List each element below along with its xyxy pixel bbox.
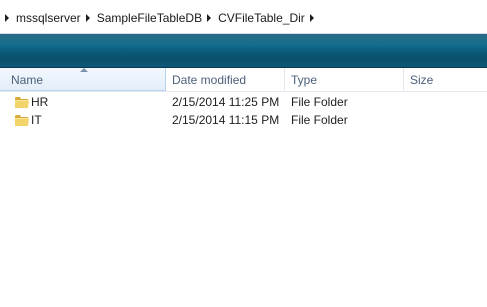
file-type: File Folder — [291, 113, 348, 127]
breadcrumb-arrow-icon[interactable] — [5, 14, 9, 22]
folder-icon — [14, 94, 30, 110]
column-header-name[interactable]: Name — [0, 68, 166, 91]
column-header-type[interactable]: Type — [285, 68, 404, 91]
file-name: IT — [31, 113, 42, 127]
file-type: File Folder — [291, 95, 348, 109]
file-name: HR — [31, 95, 49, 109]
column-header-size[interactable]: Size — [404, 68, 487, 91]
command-toolbar — [0, 34, 487, 68]
breadcrumb-arrow-icon[interactable] — [309, 14, 314, 22]
file-row-it[interactable]: IT 2/15/2014 11:15 PM File Folder — [0, 111, 487, 129]
folder-icon — [14, 112, 30, 128]
breadcrumb-arrow-icon[interactable] — [85, 14, 90, 22]
column-header-date-modified[interactable]: Date modified — [166, 68, 285, 91]
column-header-name-label: Name — [11, 73, 44, 87]
file-row-hr[interactable]: HR 2/15/2014 11:25 PM File Folder — [0, 93, 487, 111]
breadcrumb: mssqlserver SampleFileTableDB CVFileTabl… — [0, 9, 321, 27]
breadcrumb-item-mssqlserver[interactable]: mssqlserver — [16, 11, 81, 25]
file-date-modified: 2/15/2014 11:25 PM — [172, 95, 280, 109]
column-header: Name Date modified Type Size — [0, 68, 487, 92]
address-bar[interactable]: mssqlserver SampleFileTableDB CVFileTabl… — [0, 0, 487, 34]
sort-ascending-icon — [80, 68, 88, 72]
explorer-window: mssqlserver SampleFileTableDB CVFileTabl… — [0, 0, 487, 307]
breadcrumb-item-cvfiletable-dir[interactable]: CVFileTable_Dir — [218, 11, 305, 25]
file-date-modified: 2/15/2014 11:15 PM — [172, 113, 280, 127]
breadcrumb-arrow-icon[interactable] — [207, 14, 212, 22]
breadcrumb-item-samplefiletabledb[interactable]: SampleFileTableDB — [97, 11, 202, 25]
